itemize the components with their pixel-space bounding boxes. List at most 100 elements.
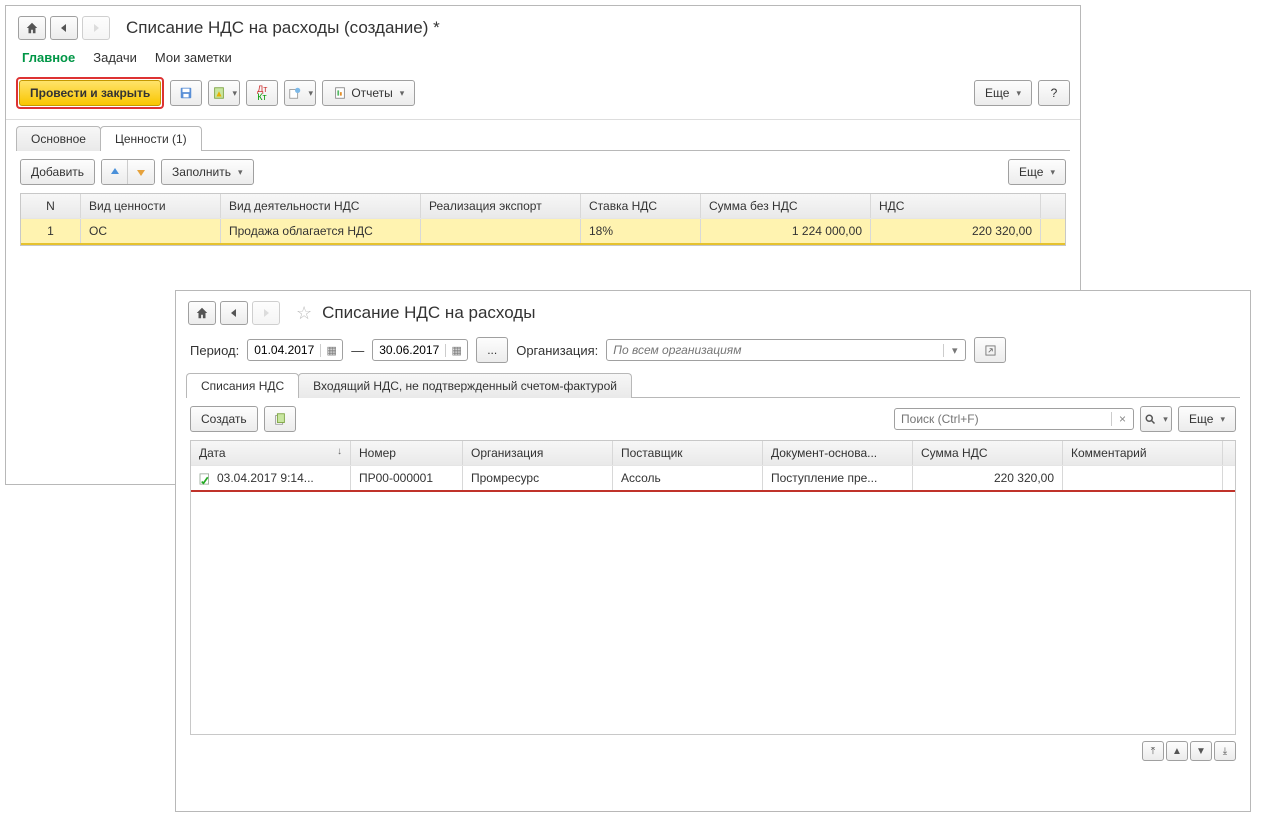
col-vat[interactable]: НДС	[871, 194, 1041, 218]
sub-tabs: Списания НДС Входящий НДС, не подтвержде…	[186, 373, 1240, 398]
org-input[interactable]	[607, 343, 943, 357]
search-options-button[interactable]	[1140, 406, 1172, 432]
date-to-field[interactable]: ▦	[372, 339, 468, 361]
calendar-icon[interactable]: ▦	[320, 344, 342, 357]
col-vendor[interactable]: Поставщик	[613, 441, 763, 465]
col-org[interactable]: Организация	[463, 441, 613, 465]
col-value-type[interactable]: Вид ценности	[81, 194, 221, 218]
nav-first-button[interactable]: ⤒	[1142, 741, 1164, 761]
cell-number: ПР00-000001	[351, 466, 463, 490]
col-basis[interactable]: Документ-основа...	[763, 441, 913, 465]
search-input[interactable]	[895, 412, 1111, 426]
back-button[interactable]	[50, 16, 78, 40]
window-writeoff-list: ☆ Списание НДС на расходы Период: ▦ — ▦ …	[175, 290, 1251, 812]
cell-sum-no-vat: 1 224 000,00	[701, 219, 871, 243]
back-button[interactable]	[220, 301, 248, 325]
col-number[interactable]: Номер	[351, 441, 463, 465]
link-based-button[interactable]	[284, 80, 316, 106]
cell-basis: Поступление пре...	[763, 466, 913, 490]
list-table-body[interactable]: 03.04.2017 9:14... ПР00-000001 Промресур…	[190, 465, 1236, 735]
sub-tabs: Основное Ценности (1)	[16, 126, 1070, 151]
reports-button[interactable]: Отчеты	[322, 80, 415, 106]
footer-nav: ⤒ ▲ ▼ ⤓	[176, 735, 1250, 767]
cell-activity: Продажа облагается НДС	[221, 219, 421, 243]
table-row[interactable]: 1 ОС Продажа облагается НДС 18% 1 224 00…	[21, 218, 1065, 245]
tab-main[interactable]: Главное	[22, 50, 75, 65]
cell-vendor: Ассоль	[613, 466, 763, 490]
add-button[interactable]: Добавить	[20, 159, 95, 185]
tab-basic[interactable]: Основное	[16, 126, 101, 151]
dtkt-button[interactable]: ДтКт	[246, 80, 278, 106]
org-open-button[interactable]	[974, 337, 1006, 363]
tab-incoming-vat[interactable]: Входящий НДС, не подтвержденный счетом-ф…	[298, 373, 632, 398]
post-and-close-button[interactable]: Провести и закрыть	[19, 80, 161, 106]
page-title: Списание НДС на расходы (создание) *	[126, 18, 440, 38]
main-toolbar: Провести и закрыть ДтКт Отчеты Еще ?	[6, 73, 1080, 120]
list-more-button[interactable]: Еще	[1178, 406, 1236, 432]
more-button[interactable]: Еще	[974, 80, 1032, 106]
cell-vat: 220 320,00	[871, 219, 1041, 243]
nav-down-button[interactable]: ▼	[1190, 741, 1212, 761]
period-label: Период:	[190, 343, 239, 358]
tab-writeoffs[interactable]: Списания НДС	[186, 373, 299, 398]
dash: —	[351, 343, 364, 358]
values-table: N Вид ценности Вид деятельности НДС Реал…	[20, 193, 1066, 246]
table-row[interactable]: 03.04.2017 9:14... ПР00-000001 Промресур…	[191, 465, 1235, 492]
col-export[interactable]: Реализация экспорт	[421, 194, 581, 218]
date-to-input[interactable]	[373, 343, 445, 357]
cell-org: Промресурс	[463, 466, 613, 490]
table-header: N Вид ценности Вид деятельности НДС Реал…	[21, 194, 1065, 218]
forward-button	[82, 16, 110, 40]
reports-label: Отчеты	[351, 86, 392, 100]
titlebar: ☆ Списание НДС на расходы	[176, 291, 1250, 331]
list-table-header: Дата↓ Номер Организация Поставщик Докуме…	[190, 440, 1236, 465]
table-toolbar: Добавить Заполнить Еще	[6, 151, 1080, 193]
move-down-button[interactable]	[128, 160, 154, 184]
list-toolbar: Создать × Еще	[176, 398, 1250, 440]
move-up-button[interactable]	[102, 160, 128, 184]
col-rate[interactable]: Ставка НДС	[581, 194, 701, 218]
favorite-icon[interactable]: ☆	[296, 303, 312, 324]
org-select[interactable]: ▾	[606, 339, 966, 361]
create-button[interactable]: Создать	[190, 406, 258, 432]
home-button[interactable]	[188, 301, 216, 325]
fill-button[interactable]: Заполнить	[161, 159, 253, 185]
sort-indicator-icon: ↓	[337, 446, 342, 457]
col-comment[interactable]: Комментарий	[1063, 441, 1223, 465]
cell-vat-sum: 220 320,00	[913, 466, 1063, 490]
nav-up-button[interactable]: ▲	[1166, 741, 1188, 761]
col-activity[interactable]: Вид деятельности НДС	[221, 194, 421, 218]
col-vat-sum[interactable]: Сумма НДС	[913, 441, 1063, 465]
tab-tasks[interactable]: Задачи	[93, 50, 137, 65]
col-sum-no-vat[interactable]: Сумма без НДС	[701, 194, 871, 218]
cell-date: 03.04.2017 9:14...	[191, 466, 351, 490]
date-from-field[interactable]: ▦	[247, 339, 343, 361]
help-button[interactable]: ?	[1038, 80, 1070, 106]
col-date[interactable]: Дата↓	[191, 441, 351, 465]
table-more-button[interactable]: Еще	[1008, 159, 1066, 185]
nav-last-button[interactable]: ⤓	[1214, 741, 1236, 761]
col-n[interactable]: N	[21, 194, 81, 218]
cell-n: 1	[21, 219, 81, 243]
tab-values[interactable]: Ценности (1)	[100, 126, 202, 151]
cell-value-type: ОС	[81, 219, 221, 243]
forward-button	[252, 301, 280, 325]
post-button[interactable]	[208, 80, 240, 106]
save-button[interactable]	[170, 80, 202, 106]
home-button[interactable]	[18, 16, 46, 40]
cell-export	[421, 219, 581, 243]
calendar-icon[interactable]: ▦	[445, 344, 467, 357]
cell-comment	[1063, 466, 1223, 490]
copy-button[interactable]	[264, 406, 296, 432]
org-label: Организация:	[516, 343, 598, 358]
page-title: Списание НДС на расходы	[322, 303, 535, 323]
dropdown-icon[interactable]: ▾	[943, 344, 965, 357]
date-from-input[interactable]	[248, 343, 320, 357]
titlebar: Списание НДС на расходы (создание) *	[6, 6, 1080, 46]
cell-rate: 18%	[581, 219, 701, 243]
period-bar: Период: ▦ — ▦ ... Организация: ▾	[176, 331, 1250, 373]
clear-search-icon[interactable]: ×	[1111, 412, 1133, 426]
search-field[interactable]: ×	[894, 408, 1134, 430]
tab-notes[interactable]: Мои заметки	[155, 50, 232, 65]
period-picker-button[interactable]: ...	[476, 337, 508, 363]
